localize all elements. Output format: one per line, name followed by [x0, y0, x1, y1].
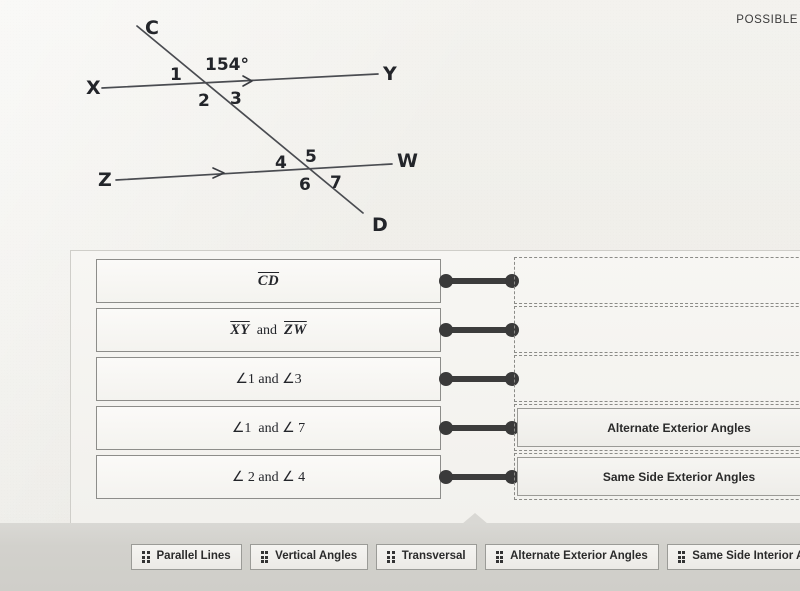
- matching-row: XY and ZW: [71, 306, 800, 354]
- diagram-label-y: Y: [382, 63, 397, 85]
- angle-number-1: 1: [170, 65, 182, 85]
- connector-knob-left[interactable]: [439, 421, 453, 435]
- diagram-label-c: C: [145, 17, 159, 39]
- prompt-text: ∠1 and ∠ 7: [231, 420, 306, 436]
- geometry-diagram: C X Y Z W D 154° 1 2 3 4 5 6 7: [0, 0, 460, 250]
- drag-handle-icon[interactable]: [495, 551, 504, 563]
- matching-row: ∠1 and ∠ 7 Alternate Exterior Angles: [71, 404, 800, 452]
- match-connector[interactable]: [439, 322, 519, 338]
- match-connector[interactable]: [439, 273, 519, 289]
- chip-label: Alternate Exterior Angles: [510, 550, 648, 563]
- drag-handle-icon[interactable]: [260, 551, 269, 563]
- match-connector[interactable]: [439, 420, 519, 436]
- connector-bar: [444, 278, 514, 284]
- placed-answer-chip[interactable]: Alternate Exterior Angles: [517, 408, 800, 447]
- line-zw: [115, 163, 393, 181]
- connector-bar: [444, 327, 514, 333]
- drop-zone-empty[interactable]: [514, 355, 800, 402]
- match-connector[interactable]: [439, 371, 519, 387]
- drop-zone-filled[interactable]: Alternate Exterior Angles: [514, 404, 800, 451]
- chip-label: Same Side Interior Angles: [692, 550, 800, 563]
- answer-bank-chip[interactable]: Same Side Interior Angles: [666, 544, 800, 570]
- matching-row: ∠1 and ∠3: [71, 355, 800, 403]
- prompt-box: ∠ 2 and ∠ 4: [96, 455, 441, 499]
- chip-label: Vertical Angles: [275, 550, 358, 563]
- prompt-box: ∠1 and ∠ 7: [96, 406, 441, 450]
- angle-number-2: 2: [198, 91, 210, 111]
- connector-bar: [444, 376, 514, 382]
- angle-number-7: 7: [330, 173, 342, 193]
- match-connector[interactable]: [439, 469, 519, 485]
- answer-bank-chip[interactable]: Vertical Angles: [249, 544, 369, 570]
- prompt-box: XY and ZW: [96, 308, 441, 352]
- line-zw-arrow-icon: [212, 167, 225, 179]
- answer-bank-chips: Parallel Lines Vertical Angles Transversal…: [0, 523, 800, 591]
- chip-label: Transversal: [401, 550, 466, 563]
- matching-row: CD: [71, 257, 800, 305]
- angle-number-5: 5: [305, 147, 317, 167]
- drag-handle-icon[interactable]: [387, 551, 395, 563]
- placed-answer-chip[interactable]: Same Side Exterior Angles: [517, 457, 800, 496]
- prompt-box: CD: [96, 259, 441, 303]
- prompt-text: XY and ZW: [230, 321, 307, 338]
- answer-bank-chip[interactable]: Transversal: [376, 544, 477, 570]
- drag-handle-icon[interactable]: [142, 551, 150, 563]
- answer-bank-chip[interactable]: Parallel Lines: [131, 544, 242, 570]
- diagram-label-w: W: [397, 150, 418, 172]
- drop-zone-filled[interactable]: Same Side Exterior Angles: [514, 453, 800, 500]
- diagram-label-x: X: [86, 77, 101, 99]
- answer-bank-tray: Parallel Lines Vertical Angles Transversal…: [0, 513, 800, 591]
- diagram-label-z: Z: [98, 169, 112, 191]
- drop-zone-empty[interactable]: [514, 257, 800, 304]
- line-xy: [101, 73, 379, 89]
- answer-bank-chip[interactable]: Alternate Exterior Angles: [484, 544, 659, 570]
- prompt-box: ∠1 and ∠3: [96, 357, 441, 401]
- drop-zone-empty[interactable]: [514, 306, 800, 353]
- angle-number-6: 6: [299, 175, 311, 195]
- possible-points-label: POSSIBLE: [736, 14, 798, 26]
- connector-bar: [444, 474, 514, 480]
- angle-number-4: 4: [275, 153, 287, 173]
- connector-bar: [444, 425, 514, 431]
- connector-knob-left[interactable]: [439, 274, 453, 288]
- angle-number-3: 3: [230, 89, 242, 109]
- matching-row: ∠ 2 and ∠ 4 Same Side Exterior Angles: [71, 453, 800, 501]
- prompt-text: ∠ 2 and ∠ 4: [231, 469, 306, 485]
- chip-label: Parallel Lines: [156, 550, 231, 563]
- prompt-text: CD: [257, 272, 280, 289]
- given-angle-measure: 154°: [205, 55, 249, 75]
- diagram-label-d: D: [372, 214, 388, 236]
- connector-knob-left[interactable]: [439, 372, 453, 386]
- connector-knob-left[interactable]: [439, 470, 453, 484]
- drag-handle-icon[interactable]: [677, 551, 686, 563]
- connector-knob-left[interactable]: [439, 323, 453, 337]
- prompt-text: ∠1 and ∠3: [235, 371, 302, 387]
- matching-panel: CD XY and ZW ∠1 and ∠3 ∠1 and ∠ 7 Alternate …: [70, 250, 800, 524]
